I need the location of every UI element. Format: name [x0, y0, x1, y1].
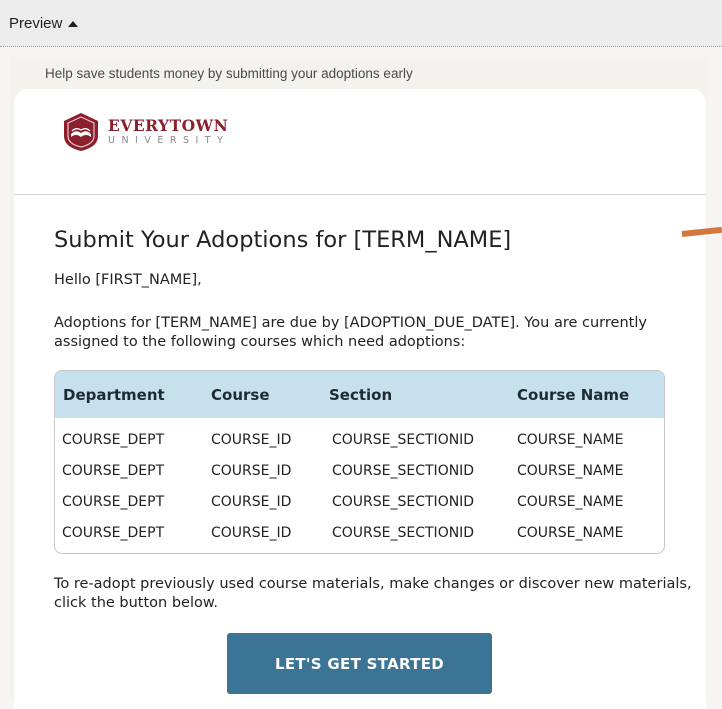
cell-course-name: COURSE_NAME: [517, 432, 624, 448]
logo-subtitle: UNIVERSITY: [108, 135, 230, 146]
cell-course-name: COURSE_NAME: [517, 525, 624, 541]
cell-course-name: COURSE_NAME: [517, 494, 624, 510]
email-title: Submit Your Adoptions for [TERM_NAME]: [54, 227, 512, 253]
table-row: COURSE_DEPT COURSE_ID COURSE_SECTIONID C…: [55, 423, 664, 454]
cell-department: COURSE_DEPT: [62, 525, 165, 541]
header-section: Section: [329, 386, 393, 404]
table-row: COURSE_DEPT COURSE_ID COURSE_SECTIONID C…: [55, 454, 664, 485]
cell-course: COURSE_ID: [211, 432, 292, 448]
preview-bar: Preview: [0, 0, 722, 47]
caret-up-icon: [68, 20, 79, 27]
logo-name: EVERYTOWN: [108, 116, 229, 135]
cell-course: COURSE_ID: [211, 525, 292, 541]
cell-course: COURSE_ID: [211, 494, 292, 510]
email-preheader: Help save students money by submitting y…: [45, 66, 413, 81]
courses-table: Department Course Section Course Name CO…: [54, 370, 665, 554]
preview-toggle[interactable]: Preview: [9, 15, 79, 32]
cell-course-name: COURSE_NAME: [517, 463, 624, 479]
university-shield-book-icon: [64, 113, 98, 151]
table-row: COURSE_DEPT COURSE_ID COURSE_SECTIONID C…: [55, 516, 664, 547]
email-greeting: Hello [FIRST_NAME],: [54, 272, 202, 288]
header-divider: [14, 194, 706, 195]
university-logo: EVERYTOWN UNIVERSITY: [61, 112, 229, 152]
table-header: Department Course Section Course Name: [55, 371, 664, 418]
cell-department: COURSE_DEPT: [62, 463, 165, 479]
cell-section: COURSE_SECTIONID: [332, 463, 475, 479]
header-course-name: Course Name: [517, 386, 630, 404]
email-outro: To re-adopt previously used course mater…: [54, 576, 692, 611]
table-row: COURSE_DEPT COURSE_ID COURSE_SECTIONID C…: [55, 485, 664, 516]
cell-department: COURSE_DEPT: [62, 494, 165, 510]
cell-section: COURSE_SECTIONID: [332, 525, 475, 541]
cell-section: COURSE_SECTIONID: [332, 494, 475, 510]
preview-label: Preview: [9, 15, 63, 32]
header-course: Course: [211, 386, 270, 404]
cell-department: COURSE_DEPT: [62, 432, 165, 448]
email-card: EVERYTOWN UNIVERSITY Submit Your Adoptio…: [14, 89, 706, 709]
header-department: Department: [63, 386, 165, 404]
get-started-button[interactable]: LET'S GET STARTED: [227, 633, 492, 694]
cell-course: COURSE_ID: [211, 463, 292, 479]
email-intro: Adoptions for [TERM_NAME] are due by [AD…: [54, 315, 647, 350]
cell-section: COURSE_SECTIONID: [332, 432, 475, 448]
